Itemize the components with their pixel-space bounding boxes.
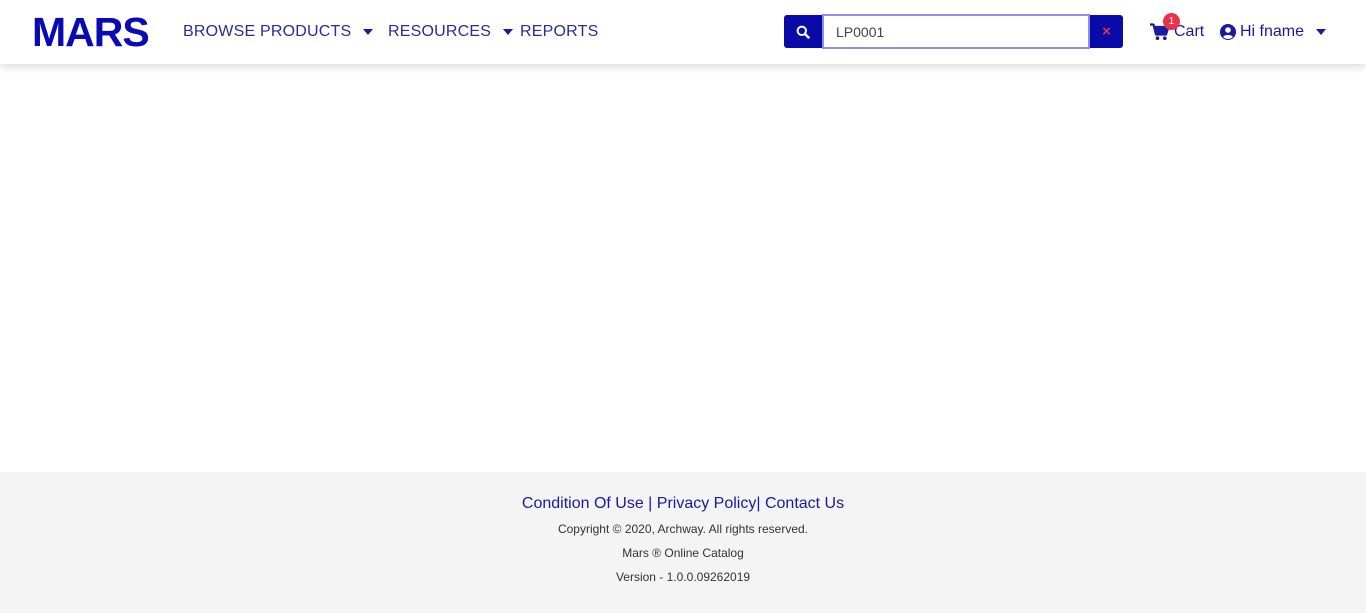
contact-us-link[interactable]: Contact Us	[765, 495, 844, 512]
nav-browse-products-label: BROWSE PRODUCTS	[183, 23, 352, 40]
caret-down-icon	[503, 29, 514, 35]
search-button[interactable]	[784, 15, 822, 48]
user-circle-icon	[1220, 24, 1236, 40]
user-menu[interactable]: Hi fname	[1220, 20, 1327, 44]
nav-reports-label: REPORTS	[520, 23, 599, 40]
user-greeting: Hi fname	[1240, 23, 1305, 40]
nav-browse-products[interactable]: BROWSE PRODUCTS	[183, 20, 374, 44]
footer-separator: |	[756, 495, 765, 512]
nav-resources-label: RESOURCES	[388, 23, 492, 40]
footer-separator: |	[643, 495, 657, 512]
copyright-text: Copyright © 2020, Archway. All rights re…	[557, 522, 809, 536]
version-text: Version - 1.0.0.09262019	[615, 570, 751, 584]
nav-reports[interactable]: REPORTS	[520, 20, 598, 44]
search-icon	[796, 25, 810, 39]
privacy-policy-link[interactable]: Privacy Policy	[657, 495, 757, 512]
close-icon: ×	[1102, 23, 1111, 40]
top-navbar: MARS BROWSE PRODUCTS RESOURCES REPORTS ×…	[0, 0, 1366, 64]
caret-down-icon	[363, 29, 374, 35]
condition-of-use-link[interactable]: Condition Of Use	[522, 495, 644, 512]
search-input[interactable]	[822, 14, 1090, 49]
nav-resources[interactable]: RESOURCES	[388, 20, 514, 44]
mars-logo[interactable]: MARS	[32, 12, 150, 53]
footer: Condition Of Use | Privacy Policy| Conta…	[0, 472, 1366, 613]
catalog-text: Mars ® Online Catalog	[622, 546, 744, 560]
cart-count-badge: 1	[1163, 13, 1180, 30]
main-content	[0, 64, 1366, 472]
clear-search-button[interactable]: ×	[1090, 15, 1123, 48]
footer-links: Condition Of Use | Privacy Policy| Conta…	[0, 494, 1366, 514]
caret-down-icon	[1316, 29, 1327, 35]
